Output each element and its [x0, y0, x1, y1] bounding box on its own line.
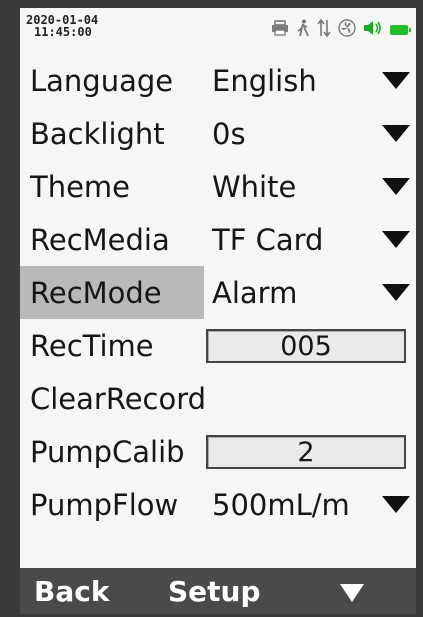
- menu-value: TF Card: [212, 222, 324, 257]
- menu-label: Language: [30, 63, 174, 98]
- menu-row-rectime[interactable]: RecTime 005: [20, 319, 416, 372]
- menu-value: White: [212, 169, 297, 204]
- menu-label: RecMedia: [30, 222, 170, 257]
- status-time: 11:45:00: [34, 25, 92, 39]
- softkey-bar: Back Setup: [20, 568, 416, 614]
- dropdown-arrow-icon[interactable]: [382, 496, 410, 513]
- menu-row-language[interactable]: Language English: [20, 54, 416, 107]
- backlight-select[interactable]: 0s: [204, 107, 416, 160]
- walking-person-icon: [296, 19, 310, 42]
- setup-softkey[interactable]: Setup: [168, 568, 261, 614]
- menu-row-clearrecord[interactable]: ClearRecord: [20, 372, 416, 425]
- transfer-arrows-icon: [317, 18, 331, 42]
- menu-row-pumpcalib[interactable]: PumpCalib 2: [20, 425, 416, 478]
- recmode-select[interactable]: Alarm: [204, 266, 416, 319]
- menu-label: PumpCalib: [30, 434, 185, 469]
- menu-label: Theme: [30, 169, 131, 204]
- pumpcalib-spinbox[interactable]: 2: [206, 435, 406, 469]
- menu-label: RecMode: [20, 266, 204, 319]
- device-frame: 2020-01-04 11:45:00 Language English Bac…: [0, 0, 423, 617]
- down-triangle-icon[interactable]: [340, 584, 364, 602]
- language-select[interactable]: English: [204, 54, 416, 107]
- datetime: 2020-01-04 11:45:00: [26, 14, 98, 38]
- dropdown-arrow-icon[interactable]: [382, 284, 410, 301]
- menu-label: RecTime: [30, 328, 154, 363]
- status-bar: 2020-01-04 11:45:00: [20, 8, 416, 54]
- printer-icon: [271, 19, 289, 41]
- recmedia-select[interactable]: TF Card: [204, 213, 416, 266]
- device-screen: 2020-01-04 11:45:00 Language English Bac…: [20, 8, 416, 614]
- back-softkey[interactable]: Back: [34, 568, 109, 614]
- clear-record-action[interactable]: ClearRecord: [20, 372, 416, 425]
- menu-row-pumpflow[interactable]: PumpFlow 500mL/m: [20, 478, 416, 531]
- menu-label: PumpFlow: [30, 487, 179, 522]
- theme-select[interactable]: White: [204, 160, 416, 213]
- menu-value: 0s: [212, 116, 246, 151]
- pumpflow-select[interactable]: 500mL/m: [204, 478, 416, 531]
- menu-value: English: [212, 63, 317, 98]
- fan-icon: [338, 18, 356, 42]
- menu-row-recmedia[interactable]: RecMedia TF Card: [20, 213, 416, 266]
- rectime-spinbox[interactable]: 005: [206, 329, 406, 363]
- dropdown-arrow-icon[interactable]: [382, 72, 410, 89]
- battery-icon: [390, 25, 411, 35]
- dropdown-arrow-icon[interactable]: [382, 231, 410, 248]
- menu-row-backlight[interactable]: Backlight 0s: [20, 107, 416, 160]
- dropdown-arrow-icon[interactable]: [382, 125, 410, 142]
- dropdown-arrow-icon[interactable]: [382, 178, 410, 195]
- status-icons: [271, 18, 411, 42]
- menu-value: 500mL/m: [212, 487, 350, 522]
- speaker-icon: [363, 20, 383, 41]
- menu-label: Backlight: [30, 116, 165, 151]
- menu-row-recmode[interactable]: RecMode Alarm: [20, 266, 416, 319]
- menu-value: Alarm: [212, 275, 298, 310]
- menu-row-theme[interactable]: Theme White: [20, 160, 416, 213]
